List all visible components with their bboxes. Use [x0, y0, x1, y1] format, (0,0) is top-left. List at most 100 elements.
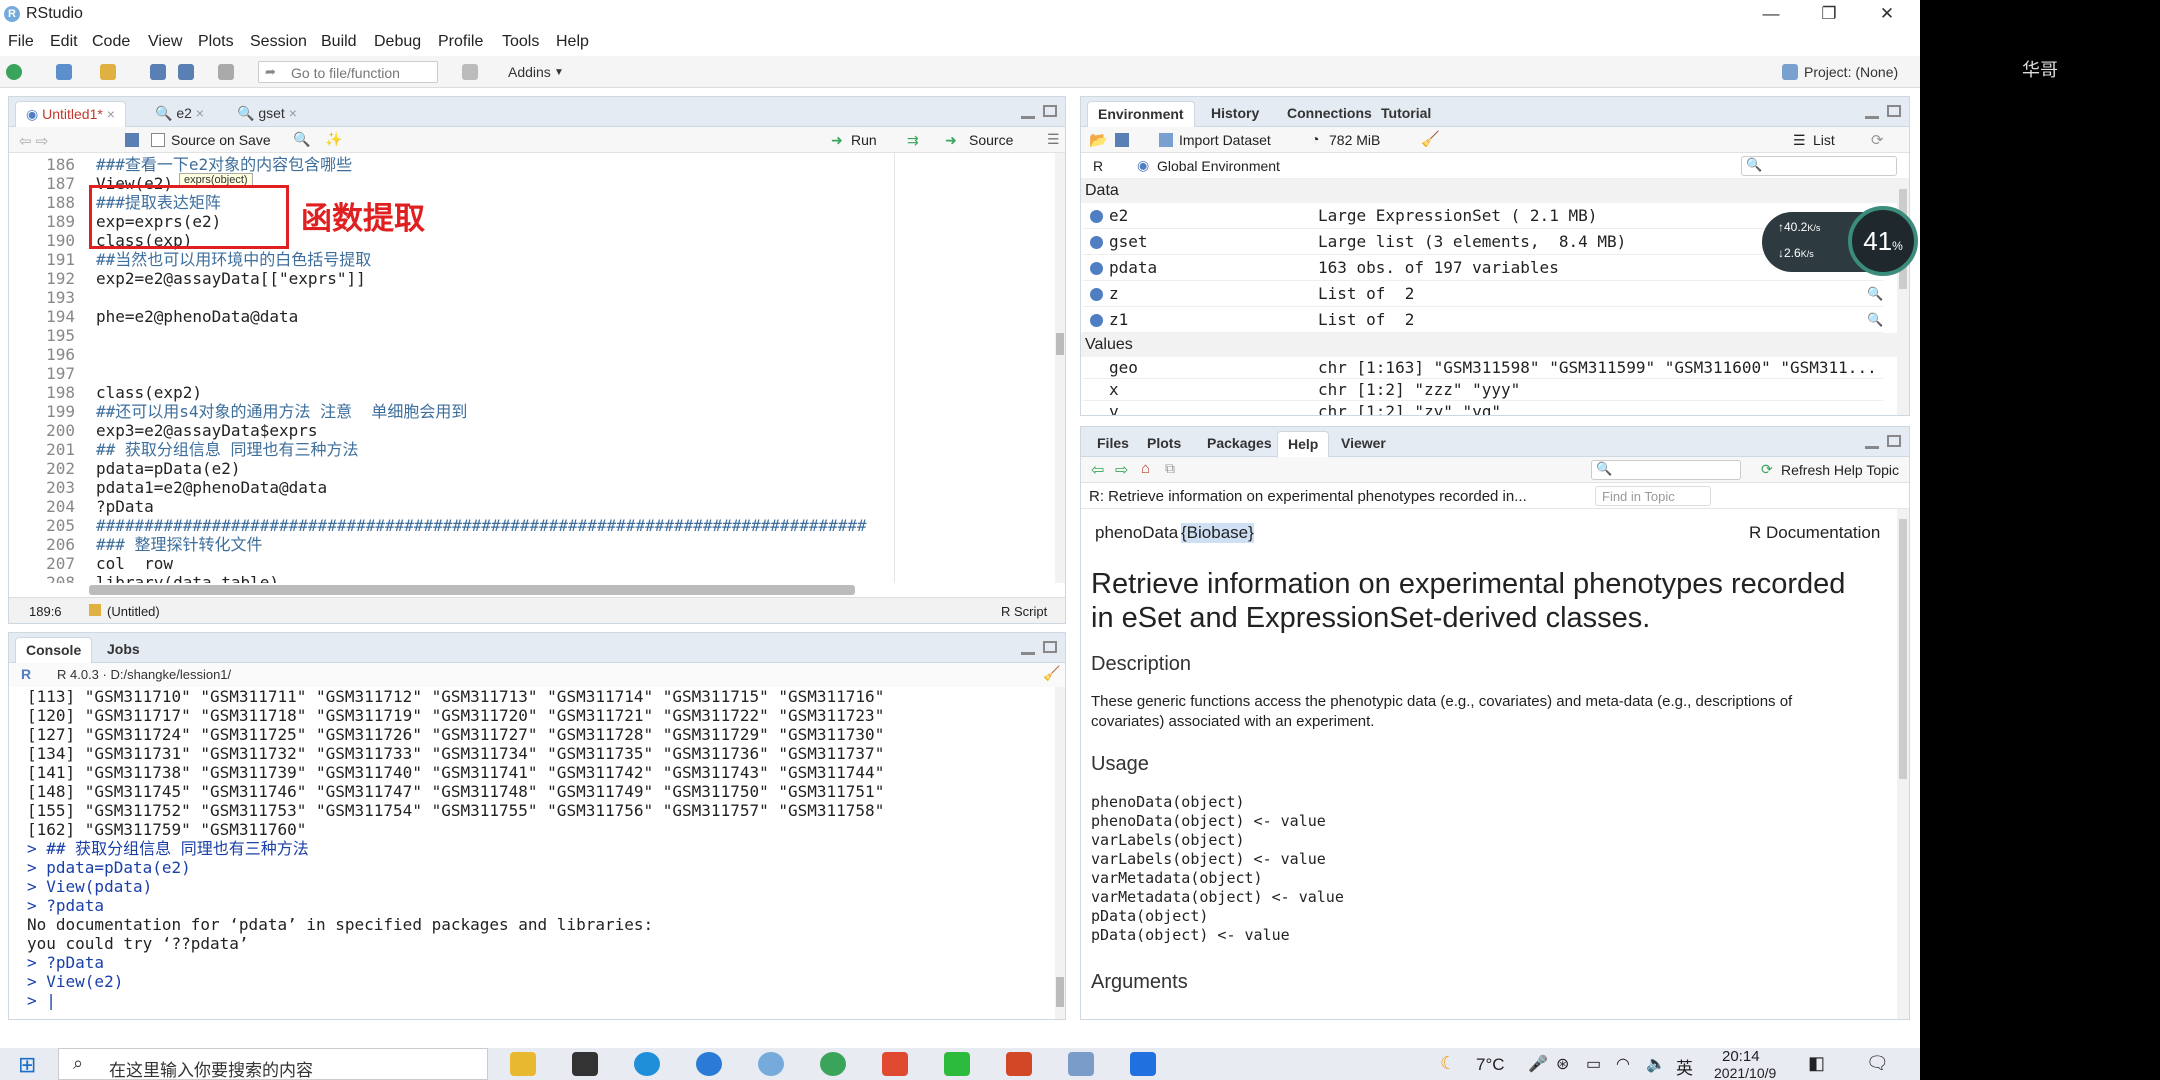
goto-file-input[interactable]: ➦ Go to file/function	[258, 61, 438, 83]
search-icon[interactable]: 🔍	[1867, 307, 1883, 333]
tab-files[interactable]: Files	[1087, 431, 1139, 457]
open-file-icon[interactable]	[100, 64, 116, 80]
volume-icon[interactable]: 🔈	[1646, 1054, 1666, 1074]
tab-viewer[interactable]: Viewer	[1331, 431, 1396, 457]
console-scrollbar[interactable]	[1055, 687, 1065, 1019]
minimize-pane-icon[interactable]	[1021, 647, 1035, 655]
project-menu[interactable]: Project: (None)	[1804, 64, 1898, 80]
menu-tools[interactable]: Tools	[502, 33, 539, 51]
editor-vertical-scrollbar[interactable]	[1055, 153, 1065, 583]
refresh-help-button[interactable]: Refresh Help Topic	[1781, 462, 1899, 478]
find-in-topic-input[interactable]: Find in Topic	[1595, 486, 1711, 506]
screen-recorder-icon[interactable]	[1130, 1052, 1156, 1076]
windows-start-icon[interactable]: ⊞	[18, 1052, 36, 1078]
maximize-pane-icon[interactable]	[1887, 435, 1901, 447]
language-selector[interactable]: R	[1093, 158, 1103, 174]
env-row-pdata[interactable]: pdata 163 obs. of 197 variables	[1083, 255, 1883, 281]
media-player-icon[interactable]	[882, 1052, 908, 1076]
refresh-icon[interactable]: ⟳	[1871, 131, 1884, 149]
new-project-icon[interactable]	[56, 64, 72, 80]
env-row-z[interactable]: z List of 2 🔍	[1083, 281, 1883, 307]
menu-session[interactable]: Session	[250, 33, 307, 51]
expand-icon[interactable]	[1090, 288, 1103, 301]
wechat-icon[interactable]	[944, 1052, 970, 1076]
console-prompt[interactable]: > |	[27, 991, 56, 1010]
menu-help[interactable]: Help	[556, 33, 589, 51]
import-dataset-button[interactable]: Import Dataset	[1179, 132, 1271, 148]
tab-plots[interactable]: Plots	[1137, 431, 1191, 457]
maximize-pane-icon[interactable]	[1043, 641, 1057, 653]
maximize-button[interactable]: ❐	[1800, 0, 1858, 28]
expand-icon[interactable]	[1090, 236, 1103, 249]
taskbar-search-box[interactable]: ⌕ 在这里输入你要搜索的内容	[58, 1048, 488, 1080]
notification-icon[interactable]: 🗨	[1866, 1053, 1889, 1074]
home-icon[interactable]: ⌂	[1141, 460, 1150, 477]
run-button[interactable]: Run	[851, 132, 877, 148]
ime-indicator[interactable]: 英	[1676, 1054, 1693, 1079]
menu-view[interactable]: View	[148, 33, 182, 51]
help-topic-selector[interactable]: R: Retrieve information on experimental …	[1089, 488, 1527, 505]
rerun-icon[interactable]: ⇉	[907, 132, 919, 149]
list-view-selector[interactable]: List	[1813, 132, 1835, 148]
tab-gset[interactable]: 🔍 gset ×	[227, 101, 307, 127]
menu-profile[interactable]: Profile	[438, 33, 483, 51]
close-button[interactable]: ✕	[1858, 0, 1916, 28]
network-icon[interactable]: ⊛	[1556, 1054, 1569, 1074]
search-icon[interactable]: 🔍	[293, 131, 310, 148]
addins-menu[interactable]: Addins	[508, 64, 551, 80]
grid-layout-icon[interactable]	[462, 64, 478, 80]
scroll-thumb[interactable]	[1899, 519, 1907, 779]
edge-browser-icon[interactable]	[634, 1052, 660, 1076]
expand-icon[interactable]	[1090, 210, 1103, 223]
env-row-x[interactable]: x chr [1:2] "zzz" "yyy"	[1083, 379, 1883, 401]
file-type-selector[interactable]: R Script	[1001, 604, 1047, 619]
broom-icon[interactable]: 🧹	[1043, 665, 1060, 682]
scroll-thumb[interactable]	[1056, 977, 1064, 1007]
expand-icon[interactable]	[1090, 314, 1103, 327]
close-tab-icon[interactable]: ×	[107, 106, 115, 122]
env-row-z1[interactable]: z1 List of 2 🔍	[1083, 307, 1883, 333]
tab-environment[interactable]: Environment	[1087, 101, 1195, 127]
outline-icon[interactable]: ☰	[1047, 131, 1060, 148]
minimize-button[interactable]: —	[1742, 0, 1800, 28]
tab-connections[interactable]: Connections	[1277, 101, 1382, 127]
clock-time[interactable]: 20:14	[1722, 1048, 1760, 1065]
menu-debug[interactable]: Debug	[374, 33, 421, 51]
load-workspace-icon[interactable]: 📂	[1089, 131, 1108, 149]
forward-arrow-icon[interactable]: ⇨	[1115, 460, 1128, 480]
tab-tutorial[interactable]: Tutorial	[1371, 101, 1441, 127]
rstudio-taskbar-icon[interactable]	[758, 1052, 784, 1076]
menu-code[interactable]: Code	[92, 33, 130, 51]
close-tab-icon[interactable]: ×	[196, 105, 204, 121]
tab-untitled1[interactable]: ◉ Untitled1* ×	[15, 101, 126, 127]
terminal-icon[interactable]	[572, 1052, 598, 1076]
search-icon[interactable]: 🔍	[1867, 281, 1883, 307]
menu-file[interactable]: File	[8, 33, 34, 51]
menu-build[interactable]: Build	[321, 33, 357, 51]
help-scrollbar[interactable]	[1897, 509, 1909, 1019]
source-on-save-checkbox[interactable]	[151, 133, 165, 147]
source-button[interactable]: Source	[969, 132, 1013, 148]
wechat-work-icon[interactable]	[820, 1052, 846, 1076]
search-app-icon[interactable]	[696, 1052, 722, 1076]
expand-icon[interactable]	[1090, 262, 1103, 275]
maximize-pane-icon[interactable]	[1043, 105, 1057, 117]
notepad-icon[interactable]	[1068, 1052, 1094, 1076]
broom-icon[interactable]: 🧹	[1421, 130, 1440, 148]
wifi-icon[interactable]: ◠	[1616, 1054, 1630, 1074]
save-icon[interactable]	[125, 133, 139, 147]
weather-temperature[interactable]: 7°C	[1476, 1055, 1505, 1075]
clock-date[interactable]: 2021/10/9	[1714, 1065, 1776, 1080]
save-icon[interactable]	[1115, 133, 1129, 147]
tab-packages[interactable]: Packages	[1197, 431, 1282, 457]
taskbar-app-icon[interactable]: ◧	[1808, 1053, 1825, 1074]
magic-wand-icon[interactable]: ✨	[325, 131, 342, 148]
minimize-pane-icon[interactable]	[1865, 111, 1879, 119]
help-pkg-lib[interactable]: {Biobase}	[1181, 523, 1254, 543]
close-tab-icon[interactable]: ×	[289, 105, 297, 121]
powerpoint-icon[interactable]	[1006, 1052, 1032, 1076]
minimize-pane-icon[interactable]	[1021, 111, 1035, 119]
working-directory[interactable]: R 4.0.3 · D:/shangke/lession1/	[57, 667, 231, 682]
microphone-icon[interactable]: 🎤	[1528, 1054, 1548, 1074]
tab-e2[interactable]: 🔍 e2 ×	[145, 101, 214, 127]
